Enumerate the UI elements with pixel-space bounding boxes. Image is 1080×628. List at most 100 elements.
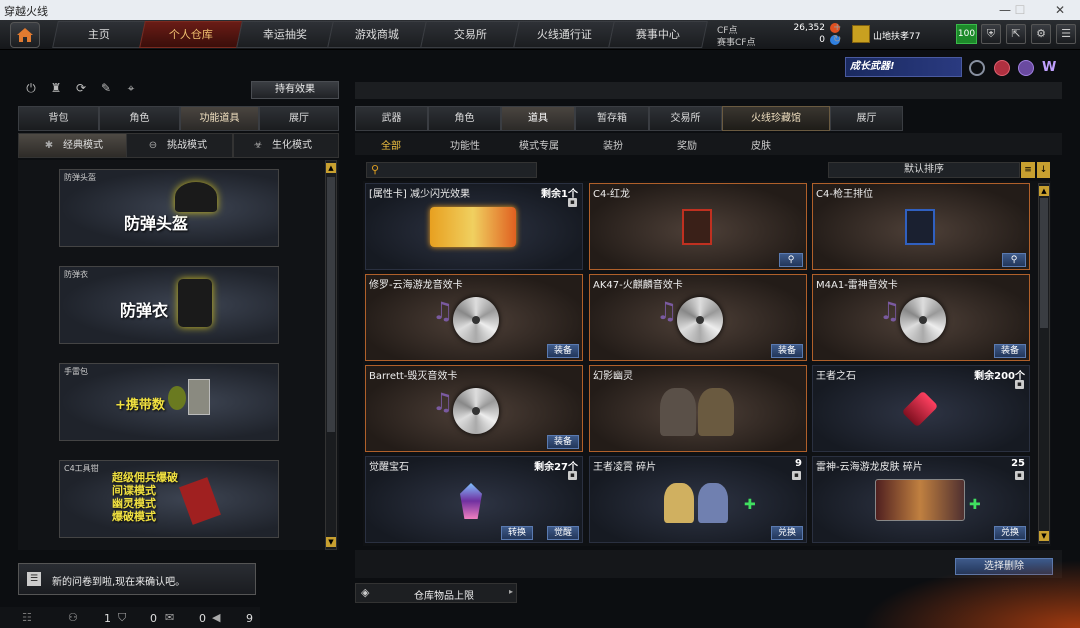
scroll-thumb[interactable] (327, 177, 335, 432)
equip-button[interactable]: 装备 (993, 344, 1026, 358)
off-toggle-icon[interactable]: ⏻ (22, 81, 40, 99)
item-card[interactable]: 幻影幽灵 (589, 365, 807, 452)
team-icon[interactable]: ♜ (47, 81, 65, 99)
awaken-button[interactable]: 觉醒 (546, 526, 579, 540)
mouse-icon[interactable]: ⌖ (122, 81, 140, 99)
list-view-icon[interactable]: ≡ (1021, 162, 1035, 178)
avatar[interactable] (852, 25, 870, 43)
scroll-thumb[interactable] (1040, 198, 1048, 328)
item-card[interactable]: AK47-火麒麟音效卡 ♫ 装备 (589, 274, 807, 361)
item-card[interactable]: 王者之石 剩余200个 ▪ (812, 365, 1030, 452)
nav-tab-warehouse[interactable]: 个人仓库 (139, 21, 243, 48)
scroll-down-arrow[interactable]: ▼ (1039, 531, 1049, 541)
item-card[interactable]: [属性卡] 减少闪光效果 剩余1个 ▪ (365, 183, 583, 270)
exit-icon[interactable]: ⇱ (1006, 24, 1026, 44)
item-card[interactable]: Barrett-毁灭音效卡 ♫ 装备 (365, 365, 583, 452)
scroll-up-arrow[interactable]: ▲ (326, 163, 336, 173)
gear-icon[interactable]: ⚙ (1031, 24, 1051, 44)
title-bar: 穿越火线 — ☐ ✕ (0, 0, 1080, 20)
list-icon[interactable]: ☷ (22, 611, 32, 624)
nav-tab-events[interactable]: 赛事中心 (608, 21, 708, 48)
right-tab-storage[interactable]: 暂存箱 (575, 106, 649, 131)
item-card[interactable]: 王者凌霄 碎片 9 ▪ ✚ 兑换 (589, 456, 807, 543)
right-tab-weapon[interactable]: 武器 (355, 106, 428, 131)
nav-tab-shop[interactable]: 游戏商城 (327, 21, 427, 48)
subtab-mode[interactable]: 模式专属 (513, 137, 565, 153)
close-button[interactable]: ✕ (1045, 0, 1075, 20)
helmet-icon (175, 182, 217, 212)
subtab-reward[interactable]: 奖励 (661, 137, 713, 153)
effect-button[interactable]: 持有效果 (251, 81, 339, 99)
left-tab-hall[interactable]: 展厅 (259, 106, 339, 131)
redeem-button[interactable]: 兑换 (993, 526, 1026, 540)
nav-tab-trade[interactable]: 交易所 (420, 21, 520, 48)
subtab-dress[interactable]: 装扮 (587, 137, 639, 153)
equip-button[interactable]: 装备 (770, 344, 803, 358)
refresh-icon[interactable]: ↻ (833, 34, 841, 45)
right-tab-hall[interactable]: 展厅 (830, 106, 903, 131)
badge-icon-4[interactable]: W (1042, 60, 1058, 76)
shield-icon[interactable]: ⛨ (981, 24, 1001, 44)
badge-icon-1[interactable] (969, 60, 985, 76)
layers-icon: ◈ (361, 586, 370, 599)
nav-tab-lottery[interactable]: 幸运抽奖 (236, 21, 334, 48)
music-note-icon: ♫ (432, 388, 454, 416)
convert-button[interactable]: 转换 (500, 526, 533, 540)
preview-button[interactable]: ⚲ (1002, 253, 1026, 267)
scroll-down-arrow[interactable]: ▼ (326, 537, 336, 547)
item-card[interactable]: 修罗-云海游龙音效卡 ♫ 装备 (365, 274, 583, 361)
menu-icon[interactable]: ☰ (1056, 24, 1076, 44)
preview-button[interactable]: ⚲ (779, 253, 803, 267)
left-scrollbar[interactable]: ▲ ▼ (325, 160, 337, 550)
list-item-helmet[interactable]: 防弹头盔 防弹头盔 (59, 169, 279, 247)
item-card[interactable]: 雷神-云海游龙皮肤 碎片 25 ▪ ✚ 兑换 (812, 456, 1030, 543)
home-icon (17, 28, 33, 42)
subtab-all[interactable]: 全部 (365, 137, 417, 153)
item-card[interactable]: C4-枪王排位 ⚲ (812, 183, 1030, 270)
mode-tab-classic[interactable]: ✱ 经典模式 (18, 133, 127, 158)
cf-value: 26,352 (793, 23, 826, 33)
cycle-icon[interactable]: ⟳ (72, 81, 90, 99)
scroll-up-arrow[interactable]: ▲ (1039, 186, 1049, 196)
item-card[interactable]: C4-红龙 ⚲ (589, 183, 807, 270)
badge-icon-2[interactable] (994, 60, 1010, 76)
home-button[interactable] (10, 22, 40, 48)
chat-icon: ✉ (165, 611, 175, 624)
right-scrollbar[interactable]: ▲ ▼ (1038, 183, 1050, 544)
redeem-button[interactable]: 兑换 (770, 526, 803, 540)
mode-tab-challenge[interactable]: ⊖ 挑战模式 (126, 133, 233, 158)
subtab-functional[interactable]: 功能性 (439, 137, 491, 153)
list-item-grenade-pack[interactable]: 手雷包 +携带数 (59, 363, 279, 441)
growth-weapon-banner[interactable]: 成长武器! (845, 57, 962, 77)
sort-select[interactable]: 默认排序 (828, 162, 1020, 178)
equip-button[interactable]: 装备 (546, 435, 579, 449)
right-tab-item[interactable]: 道具 (501, 106, 575, 131)
mode-tab-zombie[interactable]: ☣ 生化模式 (233, 133, 339, 158)
right-tab-role[interactable]: 角色 (428, 106, 501, 131)
list-item-vest[interactable]: 防弹衣 防弹衣 (59, 266, 279, 344)
right-tab-collection[interactable]: 火线珍藏馆 (722, 106, 830, 131)
item-card[interactable]: 觉醒宝石 剩余27个 ▪ 转换 觉醒 (365, 456, 583, 543)
left-tab-function[interactable]: 功能道具 (180, 106, 259, 131)
list-item-c4-tool[interactable]: C4工具钳 超级佣兵爆破 间谍模式 幽灵模式 爆破模式 (59, 460, 279, 538)
brush-icon[interactable]: ✎ (97, 81, 115, 99)
sort-order-icon[interactable]: ↓ (1037, 162, 1050, 178)
subtab-skin[interactable]: 皮肤 (735, 137, 787, 153)
add-cf-icon[interactable]: + (833, 22, 841, 33)
badge-icon-3[interactable] (1018, 60, 1034, 76)
capacity-bar[interactable]: ◈ 仓库物品上限 ▸ (355, 583, 517, 603)
nav-tab-home[interactable]: 主页 (52, 21, 146, 48)
maximize-button[interactable]: ☐ (1005, 0, 1035, 20)
notice-bar[interactable]: ☰ 新的问卷到啦,现在来确认吧。 (18, 563, 256, 595)
left-tab-role[interactable]: 角色 (99, 106, 180, 131)
left-tab-bag[interactable]: 背包 (18, 106, 99, 131)
item-card[interactable]: M4A1-雷神音效卡 ♫ 装备 (812, 274, 1030, 361)
select-delete-button[interactable]: 选择删除 (955, 558, 1053, 575)
right-tab-exchange[interactable]: 交易所 (649, 106, 722, 131)
search-input[interactable]: ⚲ (366, 162, 537, 178)
nav-tab-pass[interactable]: 火线通行证 (513, 21, 615, 48)
notice-text: 新的问卷到啦,现在来确认吧。 (52, 577, 186, 588)
music-note-icon: ♫ (432, 297, 454, 325)
equip-button[interactable]: 装备 (546, 344, 579, 358)
c4-red-dragon-icon (682, 209, 712, 245)
